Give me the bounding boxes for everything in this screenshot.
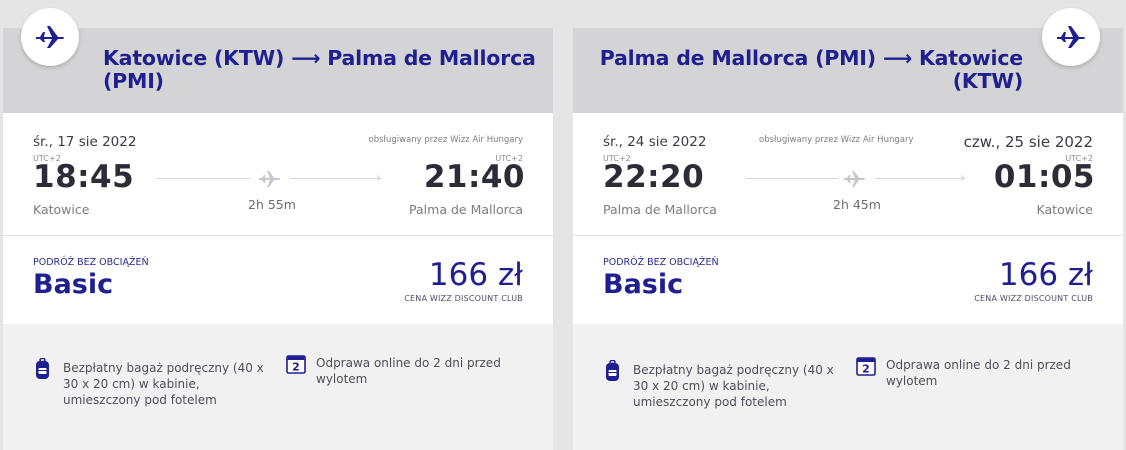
arrow-right-icon: › [960, 171, 966, 186]
plane-icon [1057, 26, 1085, 48]
departure-time: 18:45 [33, 159, 135, 195]
route-title: Katowice (KTW) ⟶ Palma de Mallorca (PMI) [103, 47, 543, 93]
route-line-left [156, 178, 250, 179]
departure-city: Palma de Mallorca [603, 202, 717, 217]
flight-duration: 2h 45m [833, 197, 881, 212]
calendar-icon: 2 [856, 357, 876, 376]
operated-by: obsługiwany przez Wizz Air Hungary [368, 135, 523, 145]
plane-badge [21, 8, 79, 66]
fare-panel[interactable]: PODRÓŻ BEZ OBCIĄŻEŃ Basic 166 zł CENA WI… [3, 236, 553, 324]
route-title: Palma de Mallorca (PMI) ⟶ Katowice (KTW) [583, 47, 1023, 93]
arrow-right-icon: › [376, 171, 382, 186]
departure-time: 22:20 [603, 159, 705, 195]
fare-features: Bezpłatny bagaż podręczny (40 x 30 x 20 … [573, 324, 1123, 450]
plane-icon [36, 26, 64, 48]
fare-features: Bezpłatny bagaż podręczny (40 x 30 x 20 … [3, 324, 553, 450]
fare-price: 166 zł [428, 257, 523, 293]
route-header: Palma de Mallorca (PMI) ⟶ Katowice (KTW) [573, 28, 1123, 113]
feature-online-checkin: Odprawa online do 2 dni przed wylotem [886, 358, 1071, 388]
fare-label: PODRÓŻ BEZ OBCIĄŻEŃ [33, 257, 149, 268]
route-line-right [875, 178, 965, 179]
arrival-time: 21:40 [423, 159, 525, 195]
route-title-line2: (KTW) [952, 69, 1023, 93]
plane-icon [844, 171, 865, 187]
arrival-city: Katowice [1036, 202, 1093, 217]
arrival-date: czw., 25 sie 2022 [963, 133, 1093, 151]
plane-icon [259, 171, 280, 187]
route-title-line1: Katowice (KTW) ⟶ Palma de Mallorca [103, 46, 536, 70]
feature-online-checkin: Odprawa online do 2 dni przed wylotem [316, 356, 501, 386]
feature-cabin-bag: Bezpłatny bagaż podręczny (40 x 30 x 20 … [63, 361, 264, 407]
departure-date: śr., 24 sie 2022 [603, 134, 707, 150]
calendar-days: 2 [292, 361, 300, 374]
backpack-icon [606, 360, 619, 381]
fare-name: Basic [603, 269, 684, 300]
discount-club-label: CENA WIZZ DISCOUNT CLUB [974, 294, 1093, 303]
route-line-right [290, 178, 382, 179]
fare-price: 166 zł [998, 257, 1093, 293]
flight-times-panel: śr., 24 sie 2022 obsługiwany przez Wizz … [573, 113, 1123, 235]
arrival-time: 01:05 [993, 159, 1095, 195]
outbound-flight-card[interactable]: Katowice (KTW) ⟶ Palma de Mallorca (PMI)… [3, 0, 553, 450]
departure-city: Katowice [33, 202, 90, 217]
route-header: Katowice (KTW) ⟶ Palma de Mallorca (PMI) [3, 28, 553, 113]
route-title-line2: (PMI) [103, 69, 164, 93]
feature-cabin-bag: Bezpłatny bagaż podręczny (40 x 30 x 20 … [633, 363, 834, 409]
backpack-icon [36, 358, 49, 379]
flight-duration: 2h 55m [248, 197, 296, 212]
operated-by: obsługiwany przez Wizz Air Hungary [759, 135, 914, 145]
discount-club-label: CENA WIZZ DISCOUNT CLUB [404, 294, 523, 303]
arrival-city: Palma de Mallorca [409, 202, 523, 217]
calendar-icon: 2 [286, 355, 306, 374]
calendar-days: 2 [862, 363, 870, 376]
fare-label: PODRÓŻ BEZ OBCIĄŻEŃ [603, 257, 719, 268]
route-line-left [746, 178, 838, 179]
fare-name: Basic [33, 269, 114, 300]
flight-times-panel: śr., 17 sie 2022 obsługiwany przez Wizz … [3, 113, 553, 235]
fare-panel[interactable]: PODRÓŻ BEZ OBCIĄŻEŃ Basic 166 zł CENA WI… [573, 236, 1123, 324]
departure-date: śr., 17 sie 2022 [33, 134, 137, 150]
route-title-line1: Palma de Mallorca (PMI) ⟶ Katowice [599, 46, 1023, 70]
plane-badge [1042, 8, 1100, 66]
return-flight-card[interactable]: Palma de Mallorca (PMI) ⟶ Katowice (KTW)… [573, 0, 1123, 450]
